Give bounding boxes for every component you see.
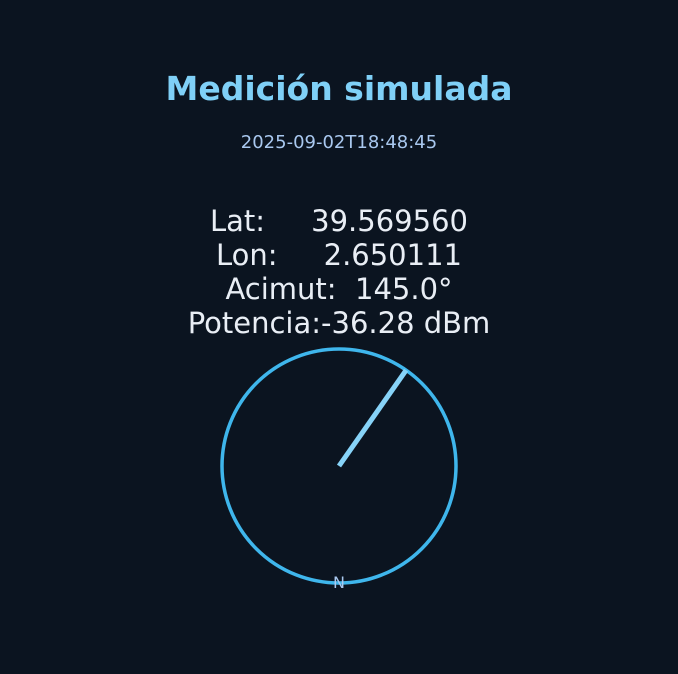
compass-needle: [336, 368, 409, 468]
measurement-screen: Medición simulada 2025-09-02T18:48:45 La…: [0, 0, 678, 674]
north-label: N: [333, 573, 345, 592]
